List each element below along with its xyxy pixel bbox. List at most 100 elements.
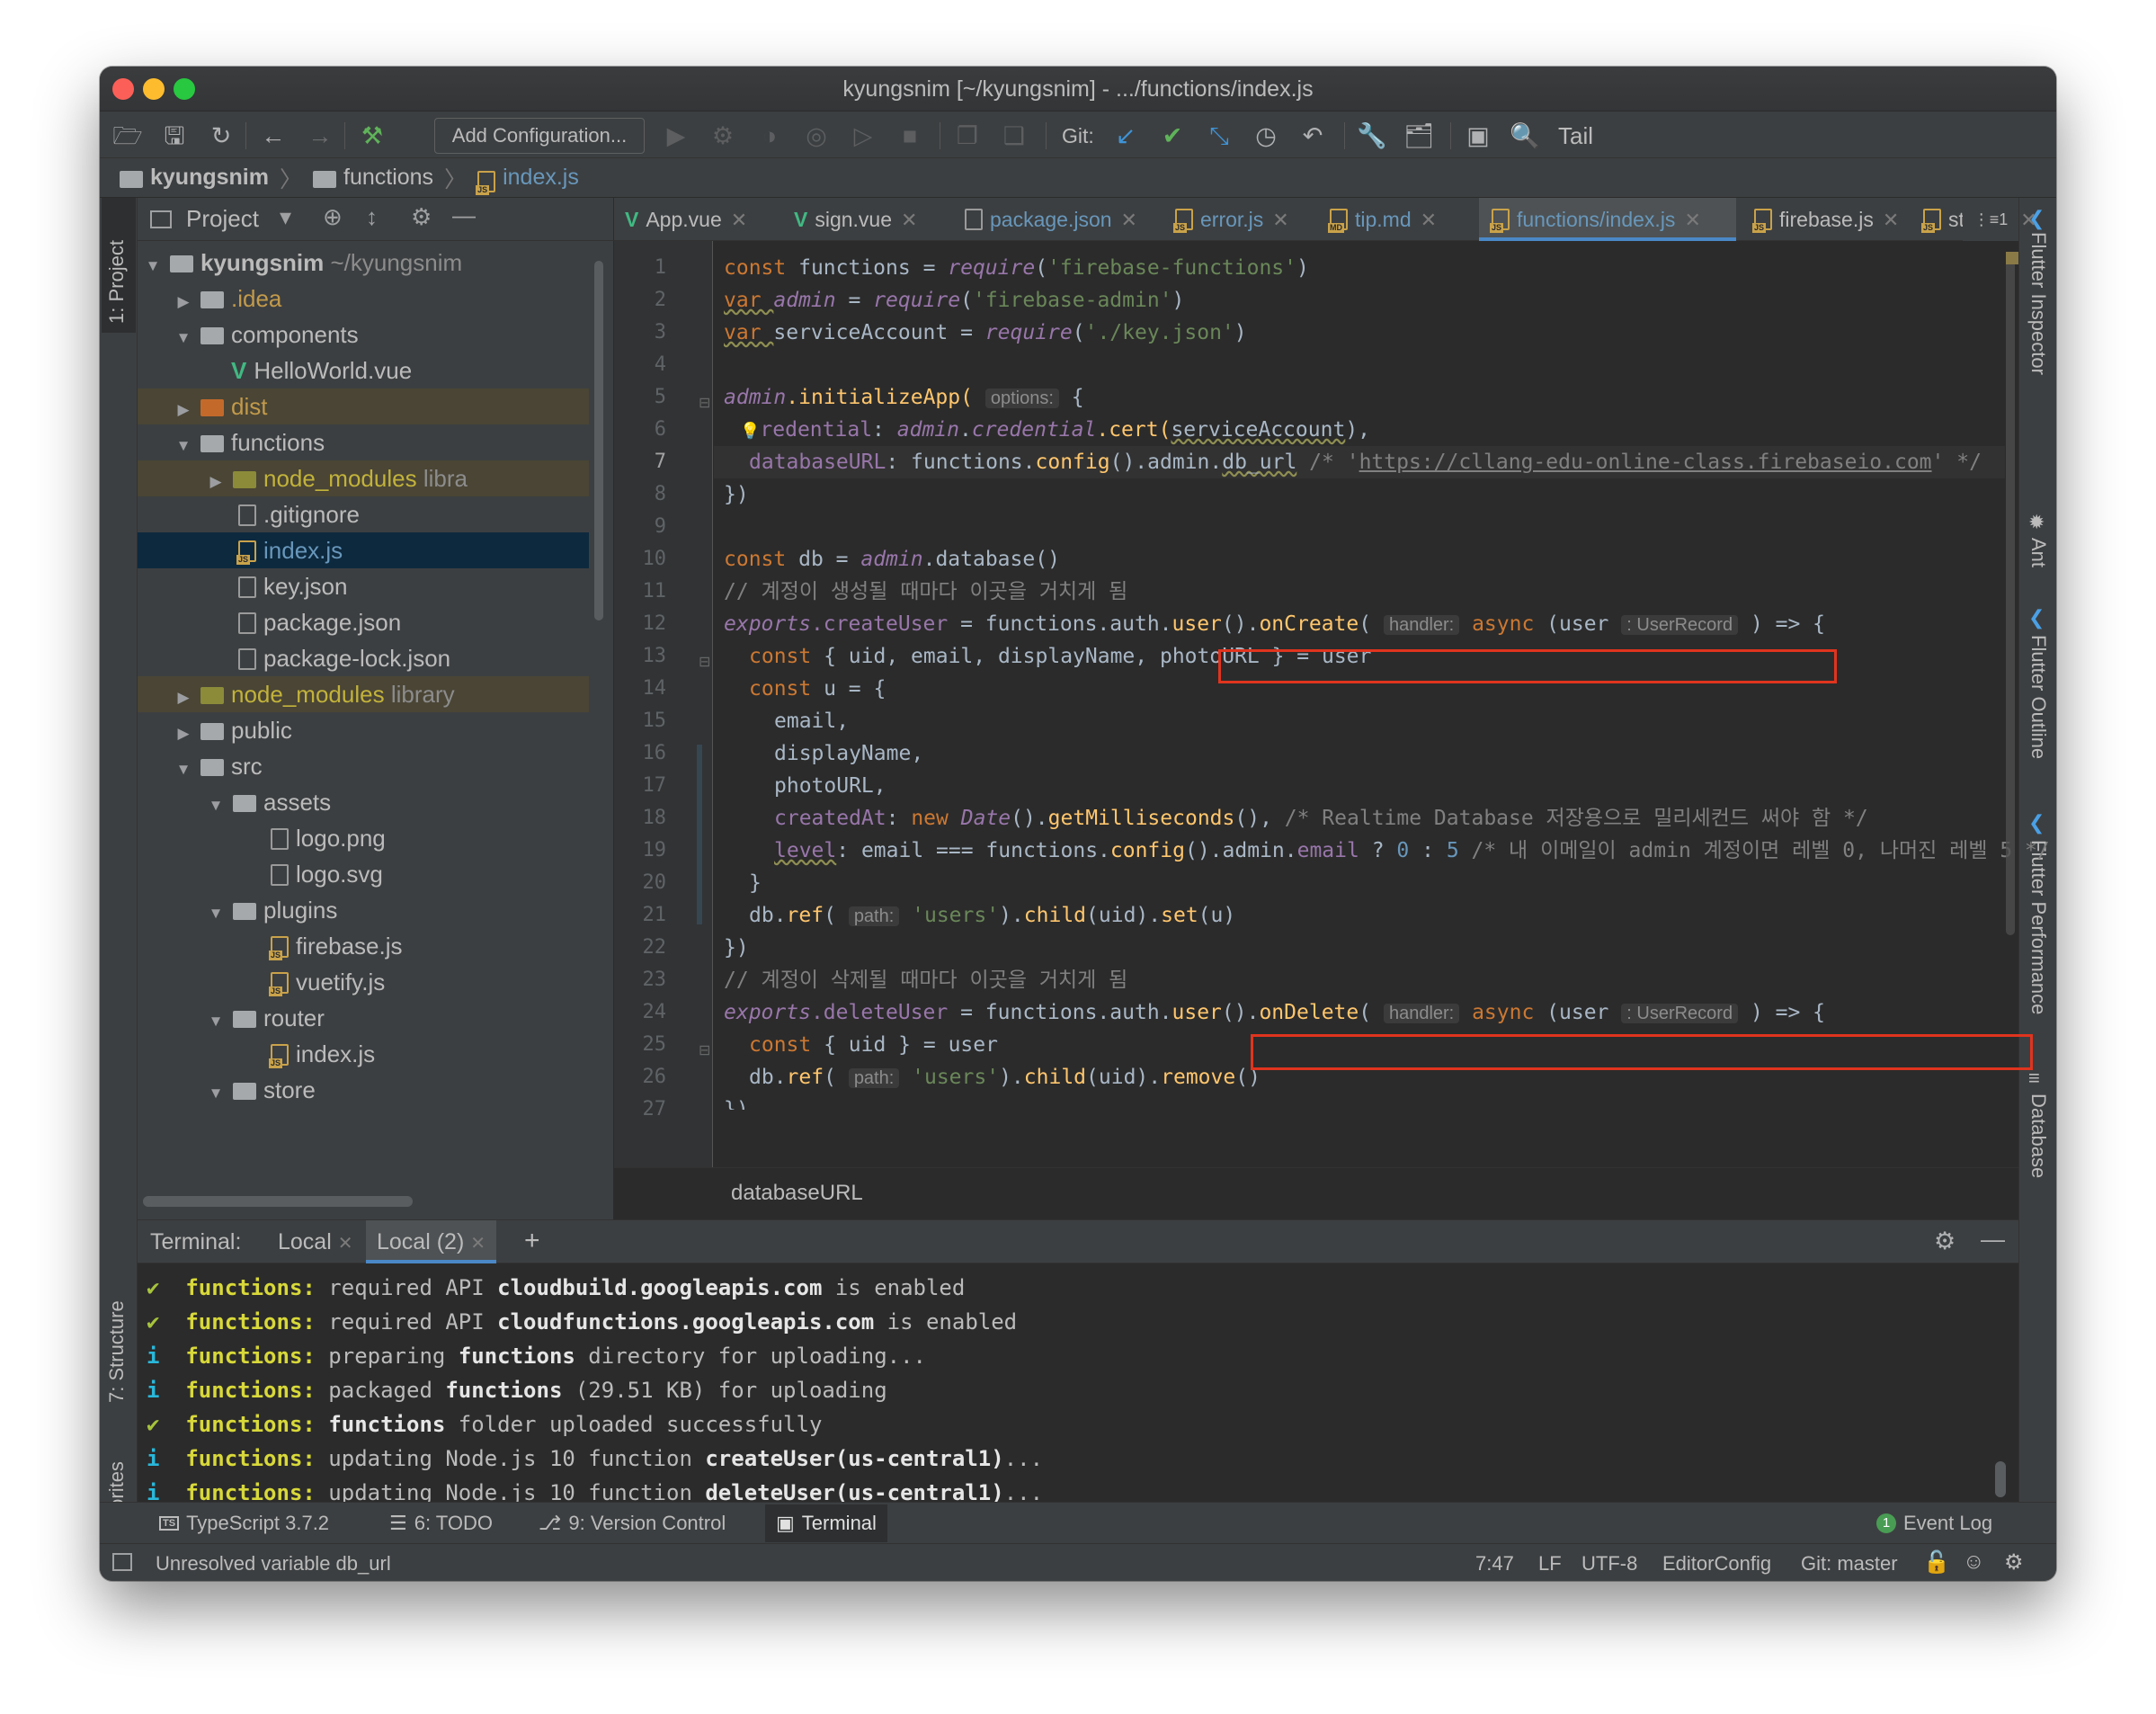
tree-item-src[interactable]: ▼ src bbox=[138, 748, 589, 784]
attach-debugger-icon[interactable]: ❐ bbox=[952, 121, 983, 151]
inspection-status-icon[interactable] bbox=[2006, 252, 2018, 264]
coverage-icon[interactable]: ◑ bbox=[754, 121, 785, 151]
collapse-all-icon[interactable]: ↕ bbox=[366, 203, 378, 231]
terminal-scrollbar[interactable] bbox=[1995, 1461, 2006, 1497]
lock-icon[interactable]: 🔓 bbox=[1923, 1549, 1950, 1576]
gear-icon[interactable]: ⚙ bbox=[411, 203, 432, 231]
close-tab-icon[interactable]: ✕ bbox=[2020, 209, 2036, 231]
close-tab-icon[interactable]: ✕ bbox=[1272, 209, 1288, 231]
add-configuration-button[interactable]: Add Configuration... bbox=[434, 118, 645, 154]
flutter-inspector-label[interactable]: Flutter Inspector bbox=[2027, 232, 2050, 375]
toggle-tool-windows-icon[interactable] bbox=[112, 1553, 132, 1571]
hide-panel-icon[interactable]: — bbox=[1981, 1226, 2005, 1254]
version-control-tab[interactable]: ⎇ 9: Version Control bbox=[539, 1503, 726, 1544]
git-commit-icon[interactable]: ✔ bbox=[1157, 121, 1188, 151]
tab-app-vue[interactable]: V App.vue ✕ bbox=[625, 198, 787, 241]
stop-icon[interactable]: ■ bbox=[895, 121, 925, 151]
close-tab-icon[interactable]: ✕ bbox=[1684, 209, 1700, 231]
git-history-icon[interactable]: ◷ bbox=[1251, 121, 1281, 151]
run-concurrent-icon[interactable]: ▷ bbox=[848, 121, 878, 151]
run-icon[interactable]: ▶ bbox=[661, 121, 691, 151]
tree-item-package-lock-json[interactable]: package-lock.json bbox=[138, 640, 589, 676]
close-tab-icon[interactable]: ✕ bbox=[901, 209, 917, 231]
tab-package-json[interactable]: package.json ✕ bbox=[965, 198, 1166, 241]
close-tab-icon[interactable]: ✕ bbox=[1421, 209, 1437, 231]
chevron-down-icon[interactable]: ▾ bbox=[280, 203, 291, 231]
typescript-tab[interactable]: TS TypeScript 3.7.2 bbox=[159, 1503, 329, 1544]
structure-tool-label[interactable]: 7: Structure bbox=[105, 1300, 129, 1403]
close-tab-icon[interactable]: ✕ bbox=[1121, 209, 1137, 231]
project-view-selector[interactable]: Project bbox=[186, 205, 259, 233]
event-log-tab[interactable]: 1 Event Log bbox=[1876, 1503, 1992, 1544]
flutter-outline-label[interactable]: Flutter Outline bbox=[2027, 635, 2050, 759]
memory-indicator-icon[interactable]: ⚙ bbox=[2004, 1549, 2024, 1576]
project-tool-label[interactable]: 1: Project bbox=[105, 240, 129, 324]
tree-item-package-json[interactable]: package.json bbox=[138, 604, 589, 640]
debug-icon[interactable]: ⚙ bbox=[708, 121, 738, 151]
new-terminal-plus-icon[interactable]: + bbox=[524, 1226, 540, 1256]
git-branch[interactable]: Git: master bbox=[1801, 1552, 1898, 1576]
close-tab-icon[interactable]: ✕ bbox=[1883, 209, 1899, 231]
tab-firebase-js[interactable]: firebase.js✕ bbox=[1742, 198, 1909, 241]
tree-item-idea[interactable]: ▶ .idea bbox=[138, 281, 589, 317]
gear-icon[interactable]: ⚙ bbox=[1934, 1227, 1956, 1255]
profile-icon[interactable]: ◎ bbox=[801, 121, 832, 151]
database-label[interactable]: Database bbox=[2027, 1094, 2050, 1178]
nav-item-functions[interactable]: functions bbox=[313, 165, 433, 191]
tab-functions-index-js[interactable]: functions/index.js✕ bbox=[1479, 198, 1736, 241]
tree-item-logo-png[interactable]: logo.png bbox=[138, 820, 589, 856]
locate-target-icon[interactable]: ⊕ bbox=[323, 203, 343, 231]
tree-item-vuetify-js[interactable]: vuetify.js bbox=[138, 964, 589, 1000]
terminal-tab[interactable]: ▣ Terminal bbox=[765, 1504, 887, 1542]
tail-button[interactable]: Tail bbox=[1558, 121, 1593, 151]
settings-wrench-icon[interactable]: 🔧 bbox=[1357, 121, 1387, 151]
git-update-icon[interactable]: ↙ bbox=[1110, 121, 1141, 151]
tab-overflow-menu[interactable]: ⋮≡1 bbox=[1963, 198, 2018, 241]
tree-item-dist[interactable]: ▶ dist bbox=[138, 388, 589, 424]
tab-tip-md[interactable]: tip.md✕ bbox=[1328, 198, 1470, 241]
tree-item-kyungsnim[interactable]: ▼ kyungsnim ~/kyungsnim bbox=[138, 245, 589, 281]
hide-panel-icon[interactable]: — bbox=[452, 201, 476, 229]
caret-position[interactable]: 7:47 bbox=[1475, 1552, 1514, 1576]
tree-item-gitignore[interactable]: .gitignore bbox=[138, 496, 589, 532]
tree-item-assets[interactable]: ▼ assets bbox=[138, 784, 589, 820]
back-arrow-icon[interactable]: ← bbox=[258, 121, 289, 151]
project-horizontal-scrollbar[interactable] bbox=[143, 1196, 413, 1207]
nav-item-project[interactable]: kyungsnim bbox=[120, 165, 269, 191]
editor-scrollbar[interactable] bbox=[2006, 252, 2015, 935]
git-compare-icon[interactable]: ⤡ bbox=[1204, 121, 1234, 151]
ant-label[interactable]: Ant bbox=[2027, 538, 2050, 567]
close-tab-icon[interactable]: ✕ bbox=[470, 1234, 486, 1254]
close-tab-icon[interactable]: ✕ bbox=[731, 209, 747, 231]
terminal-window-icon[interactable]: ▣ bbox=[1463, 121, 1493, 151]
close-tab-icon[interactable]: ✕ bbox=[338, 1234, 353, 1254]
nav-item-index-js[interactable]: index.js bbox=[476, 165, 579, 195]
inspector-icon[interactable]: ☺ bbox=[1963, 1549, 1985, 1575]
tree-item-store[interactable]: ▼ store bbox=[138, 1072, 589, 1108]
sync-icon[interactable]: ↻ bbox=[206, 121, 236, 151]
search-icon[interactable]: 🔍 bbox=[1510, 121, 1540, 151]
tree-item-router-index-js[interactable]: index.js bbox=[138, 1036, 589, 1072]
tree-item-functions[interactable]: ▼ functions bbox=[138, 424, 589, 460]
tree-item-functions-node-modules[interactable]: ▶ node_modules libra bbox=[138, 460, 589, 496]
code-area[interactable]: const functions = require('firebase-func… bbox=[614, 241, 2050, 1167]
editor-config[interactable]: EditorConfig bbox=[1662, 1552, 1771, 1576]
tree-item-node-modules[interactable]: ▶ node_modules library bbox=[138, 676, 589, 712]
tree-item-public[interactable]: ▶ public bbox=[138, 712, 589, 748]
file-encoding[interactable]: UTF-8 bbox=[1581, 1552, 1637, 1576]
tree-item-components[interactable]: ▼ components bbox=[138, 317, 589, 353]
project-structure-icon[interactable]: 🗂 bbox=[1403, 121, 1434, 151]
tree-item-functions-index-js[interactable]: index.js bbox=[138, 532, 589, 568]
tree-item-firebase-js[interactable]: firebase.js bbox=[138, 928, 589, 964]
open-folder-icon[interactable]: 🗁 bbox=[112, 121, 143, 151]
terminal-output[interactable]: ✔ functions: required API cloudbuild.goo… bbox=[138, 1271, 1990, 1542]
tab-sign-vue[interactable]: Vsign.vue ✕ bbox=[794, 198, 956, 241]
device-icon[interactable]: ❑ bbox=[999, 121, 1029, 151]
tree-item-plugins[interactable]: ▼ plugins bbox=[138, 892, 589, 928]
tree-item-helloworld-vue[interactable]: V HelloWorld.vue bbox=[138, 353, 589, 388]
tab-error-js[interactable]: error.js✕ bbox=[1173, 198, 1323, 241]
terminal-tab-local[interactable]: Local ✕ bbox=[278, 1229, 352, 1255]
line-separator[interactable]: LF bbox=[1538, 1552, 1562, 1576]
tree-item-logo-svg[interactable]: logo.svg bbox=[138, 856, 589, 892]
tree-item-router[interactable]: ▼ router bbox=[138, 1000, 589, 1036]
